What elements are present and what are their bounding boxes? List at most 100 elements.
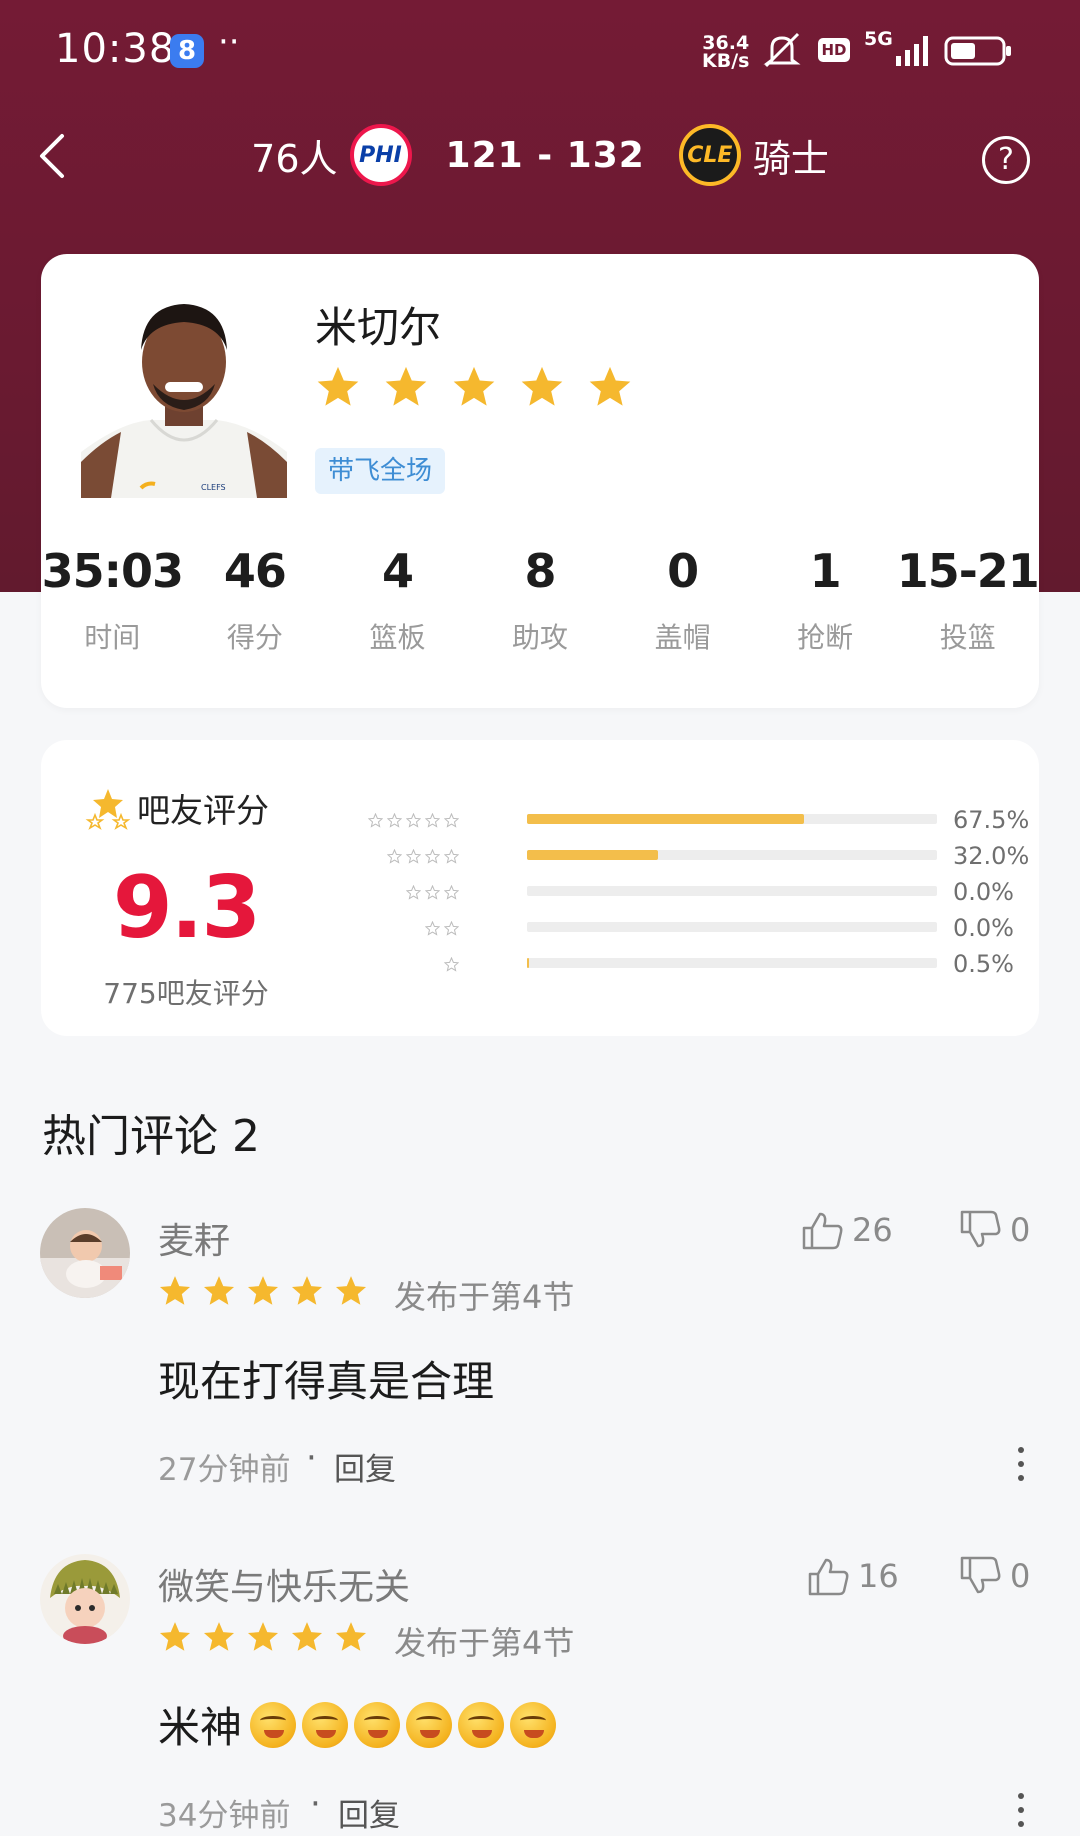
comment-username[interactable]: 微笑与快乐无关 — [158, 1558, 410, 1610]
rating-distribution-row: 67.5% — [341, 802, 1029, 838]
comment-star-rating — [158, 1620, 368, 1654]
status-bar: 10:38 8 ·· 36.4 KB/s HD 5G — [0, 0, 1080, 100]
rating-distribution-row: 0.0% — [341, 910, 1021, 946]
star-icon — [406, 812, 421, 828]
stat-value: 15-21 — [896, 544, 1040, 598]
distribution-bar — [527, 850, 937, 860]
comment-meta: 发布于第4节 — [394, 1278, 575, 1316]
distribution-percent: 67.5% — [953, 806, 1030, 834]
comment-star-rating — [158, 1274, 368, 1308]
star-icon — [247, 1276, 279, 1305]
more-options-icon[interactable] — [1016, 1444, 1026, 1484]
star-icon — [387, 812, 402, 828]
thinking-face-emoji-icon — [302, 1701, 349, 1748]
home-team-name: 76人 — [251, 136, 338, 181]
reply-button[interactable]: 回复 — [334, 1444, 396, 1489]
status-time: 10:38 — [55, 26, 176, 72]
stat-label: 抢断 — [797, 621, 854, 654]
stat-label: 得分 — [226, 621, 283, 654]
star-icon — [406, 848, 421, 864]
star-icon — [291, 1622, 323, 1651]
thinking-face-emoji-icon — [250, 1701, 297, 1748]
network-speed: 36.4 KB/s — [702, 34, 749, 71]
star-icon — [317, 366, 359, 406]
user-avatar[interactable] — [40, 1208, 130, 1298]
svg-text:CLEFS: CLEFS — [201, 483, 226, 492]
stat-label: 助攻 — [512, 621, 569, 654]
thinking-face-emoji-icon — [458, 1701, 505, 1748]
thumbs-up-icon — [808, 1558, 849, 1596]
thinking-face-emoji-icon — [354, 1701, 401, 1748]
star-icon — [406, 884, 421, 900]
distribution-stars — [406, 874, 459, 910]
distribution-stars — [368, 802, 459, 838]
distribution-percent: 32.0% — [953, 842, 1030, 870]
comment-text: 现在打得真是合理 — [158, 1357, 495, 1406]
hot-comments-title: 热门评论 2 — [42, 1111, 260, 1162]
star-icon — [335, 1622, 367, 1651]
star-icon — [335, 1276, 367, 1305]
dislike-button[interactable]: 0 — [958, 1208, 1030, 1252]
stat-item: 1 抢断 — [754, 544, 897, 656]
dislike-count: 0 — [1010, 1557, 1031, 1595]
like-button[interactable]: 26 — [800, 1208, 893, 1252]
comment-text: 米神 — [158, 1694, 562, 1755]
thinking-face-emoji-icon — [406, 1701, 453, 1748]
rating-count: 775吧友评分 — [103, 977, 269, 1010]
player-name: 米切尔 — [315, 303, 442, 352]
battery-icon — [944, 36, 1011, 66]
player-star-rating — [315, 364, 633, 410]
star-icon — [203, 1276, 235, 1305]
signal-icon — [896, 36, 928, 66]
star-icon — [589, 366, 631, 406]
star-icon — [385, 366, 427, 406]
star-icon — [291, 1276, 323, 1305]
comment-meta: 发布于第4节 — [394, 1624, 575, 1662]
comment-time: 27分钟前 — [158, 1452, 291, 1488]
rating-score: 9.3 — [112, 858, 261, 958]
stat-value: 1 — [809, 544, 842, 598]
distribution-percent: 0.5% — [953, 950, 1014, 978]
distribution-bar — [527, 958, 937, 968]
star-icon — [453, 366, 495, 406]
more-options-icon[interactable] — [1016, 1790, 1026, 1830]
star-icon — [425, 812, 440, 828]
star-icon — [444, 848, 459, 864]
user-avatar[interactable] — [40, 1554, 130, 1644]
rating-distribution-row: 0.5% — [341, 946, 1021, 982]
rating-distribution-row: 0.0% — [341, 874, 1021, 910]
app-notification-icon: 8 — [170, 34, 204, 68]
star-icon — [444, 884, 459, 900]
like-count: 26 — [852, 1211, 893, 1249]
thinking-face-emoji-icon — [510, 1701, 557, 1748]
stat-item: 46 得分 — [184, 544, 327, 656]
match-score-header: 76人 PHI 121 - 132 CLE 骑士 — [0, 120, 1080, 190]
stat-value: 46 — [223, 544, 287, 598]
reply-button[interactable]: 回复 — [338, 1790, 400, 1835]
stat-item: 4 篮板 — [326, 544, 469, 656]
mute-bell-icon — [763, 32, 801, 68]
like-button[interactable]: 16 — [806, 1554, 899, 1598]
distribution-bar-fill — [527, 958, 530, 968]
separator-dot: · — [306, 1438, 317, 1478]
star-icon — [444, 920, 459, 936]
match-score: 121 - 132 — [445, 134, 645, 176]
distribution-stars — [387, 838, 459, 874]
help-icon[interactable]: ? — [982, 136, 1030, 184]
dislike-count: 0 — [1010, 1211, 1031, 1249]
stat-value: 35:03 — [41, 544, 184, 598]
rating-title: 吧友评分 — [85, 784, 269, 832]
distribution-percent: 0.0% — [953, 878, 1014, 906]
rating-distribution-row: 32.0% — [341, 838, 1029, 874]
dislike-button[interactable]: 0 — [958, 1554, 1030, 1598]
player-tag: 带飞全场 — [315, 448, 446, 494]
comment-username[interactable]: 麦耔 — [158, 1212, 230, 1264]
star-icon — [425, 920, 440, 936]
player-card: CLEFS 米切尔 带飞全场 35:03 时间 46 得分 4 篮板 8 助攻 0 盖帽 1 抢断 15… — [41, 254, 1040, 708]
stat-value: 4 — [381, 544, 414, 598]
more-notifications-indicator: ·· — [218, 22, 240, 62]
comment-text-content: 米神 — [158, 1703, 243, 1752]
stat-item: 15-21 投篮 — [896, 544, 1040, 656]
stat-item: 35:03 时间 — [41, 544, 184, 656]
star-icon — [387, 848, 402, 864]
